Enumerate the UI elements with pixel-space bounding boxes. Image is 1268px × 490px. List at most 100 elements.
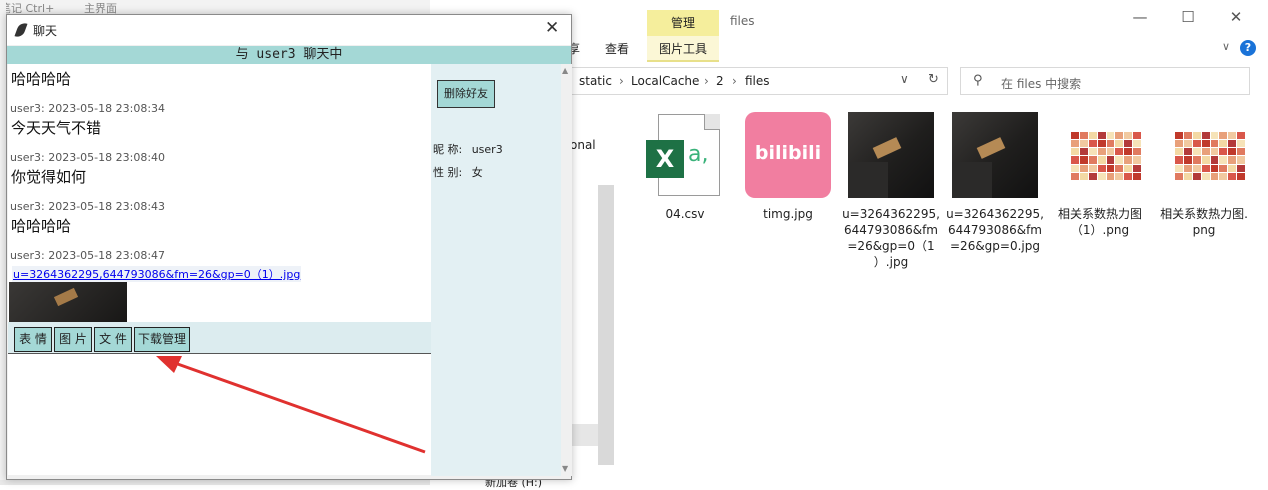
nav-scrollbar[interactable] bbox=[598, 185, 614, 465]
file-item[interactable]: u=3264362295, 644793086&fm =26&gp=0.jpg bbox=[945, 112, 1045, 254]
heatmap-cell bbox=[1115, 156, 1124, 164]
heatmap-cell bbox=[1237, 148, 1245, 156]
file-name: u=3264362295, 644793086&fm =26&gp=0.jpg bbox=[946, 207, 1044, 253]
breadcrumb-files[interactable]: files bbox=[745, 74, 770, 88]
message-text: 你觉得如何 bbox=[11, 168, 87, 186]
message-history[interactable]: 哈哈哈哈 user3: 2023-05-18 23:08:34 今天天气不错 u… bbox=[8, 64, 431, 322]
message-meta: user3: 2023-05-18 23:08:34 bbox=[10, 102, 166, 115]
heatmap-cell bbox=[1175, 156, 1183, 164]
heatmap-cell bbox=[1088, 156, 1097, 164]
heatmap-cell bbox=[1071, 132, 1079, 140]
heatmap-cell bbox=[1237, 172, 1245, 180]
heatmap-cell bbox=[1106, 172, 1115, 180]
heatmap-thumbnail-icon bbox=[1057, 112, 1143, 198]
heatmap-cell bbox=[1079, 156, 1088, 164]
heatmap-cell bbox=[1133, 140, 1141, 148]
heatmap-cell bbox=[1192, 164, 1201, 172]
heatmap-cell bbox=[1124, 156, 1133, 164]
heatmap-cell bbox=[1228, 172, 1237, 180]
maximize-button[interactable]: ☐ bbox=[1168, 8, 1208, 26]
heatmap-cell bbox=[1175, 172, 1183, 180]
heatmap-cell bbox=[1183, 172, 1192, 180]
help-icon[interactable]: ? bbox=[1240, 40, 1256, 56]
ribbon-collapse-chevron-icon[interactable]: ∨ bbox=[1222, 40, 1230, 53]
message-meta: user3: 2023-05-18 23:08:47 bbox=[10, 249, 166, 262]
scroll-up-icon[interactable]: ▲ bbox=[562, 66, 568, 75]
heatmap-cell bbox=[1183, 132, 1192, 140]
photo-thumbnail-icon bbox=[848, 112, 934, 198]
heatmap-cell bbox=[1175, 148, 1183, 156]
background-window-bottom bbox=[0, 480, 430, 485]
chat-toolbar: 表 情 图 片 文 件 下载管理 bbox=[8, 322, 431, 353]
breadcrumb-2[interactable]: 2 bbox=[716, 74, 724, 88]
heatmap-cell bbox=[1124, 140, 1133, 148]
file-item[interactable]: Xa, 04.csv bbox=[635, 112, 735, 222]
heatmap-cell bbox=[1183, 164, 1192, 172]
heatmap-cell bbox=[1079, 164, 1088, 172]
close-button[interactable]: ✕ bbox=[1216, 8, 1256, 26]
heatmap-cell bbox=[1088, 132, 1097, 140]
minimize-button[interactable]: — bbox=[1120, 8, 1160, 26]
address-bar[interactable]: static › LocalCache › 2 › files bbox=[568, 67, 948, 95]
breadcrumb-static[interactable]: static bbox=[579, 74, 612, 88]
delete-friend-button[interactable]: 删除好友 bbox=[437, 80, 495, 108]
emoji-button[interactable]: 表 情 bbox=[14, 327, 52, 352]
heatmap-cell bbox=[1210, 148, 1219, 156]
heatmap-cell bbox=[1192, 172, 1201, 180]
chat-titlebar: 聊天 ✕ bbox=[7, 15, 571, 45]
heatmap-cell bbox=[1201, 148, 1210, 156]
download-manager-button[interactable]: 下载管理 bbox=[134, 327, 190, 352]
heatmap-cell bbox=[1097, 132, 1106, 140]
search-box[interactable]: ⚲ 在 files 中搜索 bbox=[960, 67, 1250, 95]
heatmap-cell bbox=[1228, 132, 1237, 140]
heatmap-cell bbox=[1219, 132, 1228, 140]
chat-header: 与 user3 聊天中 bbox=[7, 46, 571, 64]
heatmap-cell bbox=[1097, 156, 1106, 164]
heatmap-cell bbox=[1124, 132, 1133, 140]
search-placeholder: 在 files 中搜索 bbox=[1001, 77, 1082, 91]
nav-item-fragment[interactable]: onal bbox=[570, 138, 596, 152]
feather-icon bbox=[14, 21, 28, 39]
heatmap-cell bbox=[1219, 140, 1228, 148]
heatmap-cell bbox=[1133, 132, 1141, 140]
heatmap-cell bbox=[1175, 164, 1183, 172]
breadcrumb-separator-icon: › bbox=[619, 74, 624, 88]
gender-row: 性 别: 女 bbox=[433, 164, 483, 180]
heatmap-cell bbox=[1088, 172, 1097, 180]
heatmap-cell bbox=[1115, 164, 1124, 172]
file-item[interactable]: 相关系数热力图 （1）.png bbox=[1050, 112, 1150, 238]
tab-picture-tools[interactable]: 图片工具 bbox=[647, 36, 719, 62]
heatmap-thumbnail-icon bbox=[1161, 112, 1247, 198]
heatmap-cell bbox=[1192, 148, 1201, 156]
heatmap-cell bbox=[1115, 172, 1124, 180]
file-link[interactable]: u=3264362295,644793086&fm=26&gp=0（1）.jpg bbox=[12, 266, 302, 282]
tab-manage[interactable]: 管理 bbox=[647, 10, 719, 36]
tab-view[interactable]: 查看 bbox=[605, 40, 629, 57]
address-dropdown-icon[interactable]: ∨ bbox=[900, 72, 909, 86]
heatmap-cell bbox=[1219, 148, 1228, 156]
breadcrumb-localcache[interactable]: LocalCache bbox=[631, 74, 699, 88]
chat-window: 聊天 ✕ 与 user3 聊天中 哈哈哈哈 user3: 2023-05-18 … bbox=[6, 14, 572, 480]
image-button[interactable]: 图 片 bbox=[54, 327, 92, 352]
chat-scrollbar[interactable]: ▲ ▼ bbox=[561, 64, 572, 476]
heatmap-cell bbox=[1237, 132, 1245, 140]
heatmap-cell bbox=[1079, 140, 1088, 148]
refresh-icon[interactable]: ↻ bbox=[928, 72, 939, 87]
heatmap-cell bbox=[1228, 156, 1237, 164]
message-image[interactable] bbox=[9, 282, 127, 322]
heatmap-cell bbox=[1106, 156, 1115, 164]
file-name: 04.csv bbox=[665, 207, 705, 221]
close-icon[interactable]: ✕ bbox=[545, 18, 559, 38]
nav-selected-item[interactable] bbox=[570, 424, 598, 446]
file-item[interactable]: 相关系数热力图. png bbox=[1154, 112, 1254, 238]
heatmap-cell bbox=[1201, 164, 1210, 172]
file-item[interactable]: u=3264362295, 644793086&fm =26&gp=0（1 ）.… bbox=[841, 112, 941, 270]
friend-info-panel: 删除好友 昵 称: user3 性 别: 女 bbox=[431, 64, 561, 476]
file-item[interactable]: bilibili timg.jpg bbox=[738, 112, 838, 222]
message-text: 哈哈哈哈 bbox=[11, 70, 72, 88]
heatmap-cell bbox=[1228, 148, 1237, 156]
message-input[interactable] bbox=[8, 353, 431, 475]
scroll-down-icon[interactable]: ▼ bbox=[562, 464, 568, 473]
heatmap-cell bbox=[1071, 164, 1079, 172]
file-button[interactable]: 文 件 bbox=[94, 327, 132, 352]
